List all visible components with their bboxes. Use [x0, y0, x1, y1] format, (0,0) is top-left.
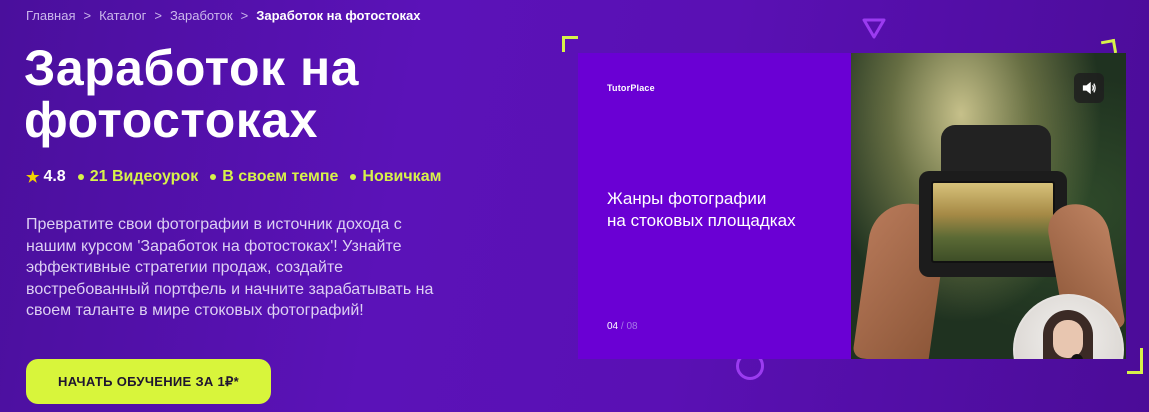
- lessons-count: 21 Видеоурок: [77, 168, 199, 186]
- breadcrumb-separator: >: [83, 8, 92, 23]
- course-video-player[interactable]: TutorPlace Жанры фотографии на стоковых …: [578, 53, 1126, 359]
- breadcrumb-home[interactable]: Главная: [26, 8, 75, 23]
- slide-separator: /: [620, 321, 624, 332]
- breadcrumb-earnings[interactable]: Заработок: [170, 8, 233, 23]
- slide-title: Жанры фотографии на стоковых площадках: [607, 188, 837, 232]
- level-label: Новичкам: [362, 168, 442, 185]
- bullet-icon: [350, 174, 357, 180]
- breadcrumb-separator: >: [154, 8, 162, 23]
- start-learning-button[interactable]: НАЧАТЬ ОБУЧЕНИЕ ЗА 1₽*: [26, 359, 271, 404]
- bullet-icon: [77, 174, 84, 180]
- course-meta: ★ 4.8 21 Видеоурок В своем темпе Новичка…: [26, 168, 441, 186]
- slide-title-line-1: Жанры фотографии: [607, 189, 767, 208]
- pace: В своем темпе: [210, 168, 338, 186]
- lessons-label: 21 Видеоурок: [89, 168, 199, 185]
- page-title-line-2: фотостоках: [24, 92, 318, 148]
- breadcrumb-catalog[interactable]: Каталог: [99, 8, 146, 23]
- breadcrumb: Главная > Каталог > Заработок > Заработо…: [26, 8, 420, 23]
- star-icon: ★: [26, 169, 40, 186]
- avatar-face: [1053, 320, 1083, 358]
- tutorplace-logo: TutorPlace: [607, 83, 655, 93]
- triangle-decoration: [862, 18, 886, 39]
- course-description: Превратите свои фотографии в источник до…: [26, 216, 434, 319]
- rating-value: 4.8: [43, 168, 66, 185]
- slide-title-line-2: на стоковых площадках: [607, 211, 796, 230]
- level: Новичкам: [350, 168, 441, 186]
- mute-button[interactable]: [1074, 73, 1104, 103]
- rating: ★ 4.8: [26, 168, 66, 186]
- speaker-icon: [1082, 81, 1096, 95]
- breadcrumb-separator: >: [240, 8, 249, 23]
- corner-decoration: [1127, 348, 1143, 374]
- camera-image: [941, 125, 1051, 177]
- pace-label: В своем темпе: [222, 168, 339, 185]
- corner-decoration: [562, 36, 578, 52]
- page-title: Заработок на фотостоках: [24, 42, 424, 146]
- page-title-line-1: Заработок на: [24, 40, 359, 96]
- breadcrumb-current: Заработок на фотостоках: [256, 8, 421, 23]
- slide-current: 04: [607, 321, 619, 332]
- microphone-icon: [1071, 354, 1083, 359]
- bullet-icon: [210, 174, 217, 180]
- camera-screen-image: [931, 181, 1055, 263]
- slide-counter: 04 / 08: [607, 321, 638, 332]
- slide-total: 08: [626, 321, 638, 332]
- video-slide: TutorPlace Жанры фотографии на стоковых …: [578, 53, 851, 359]
